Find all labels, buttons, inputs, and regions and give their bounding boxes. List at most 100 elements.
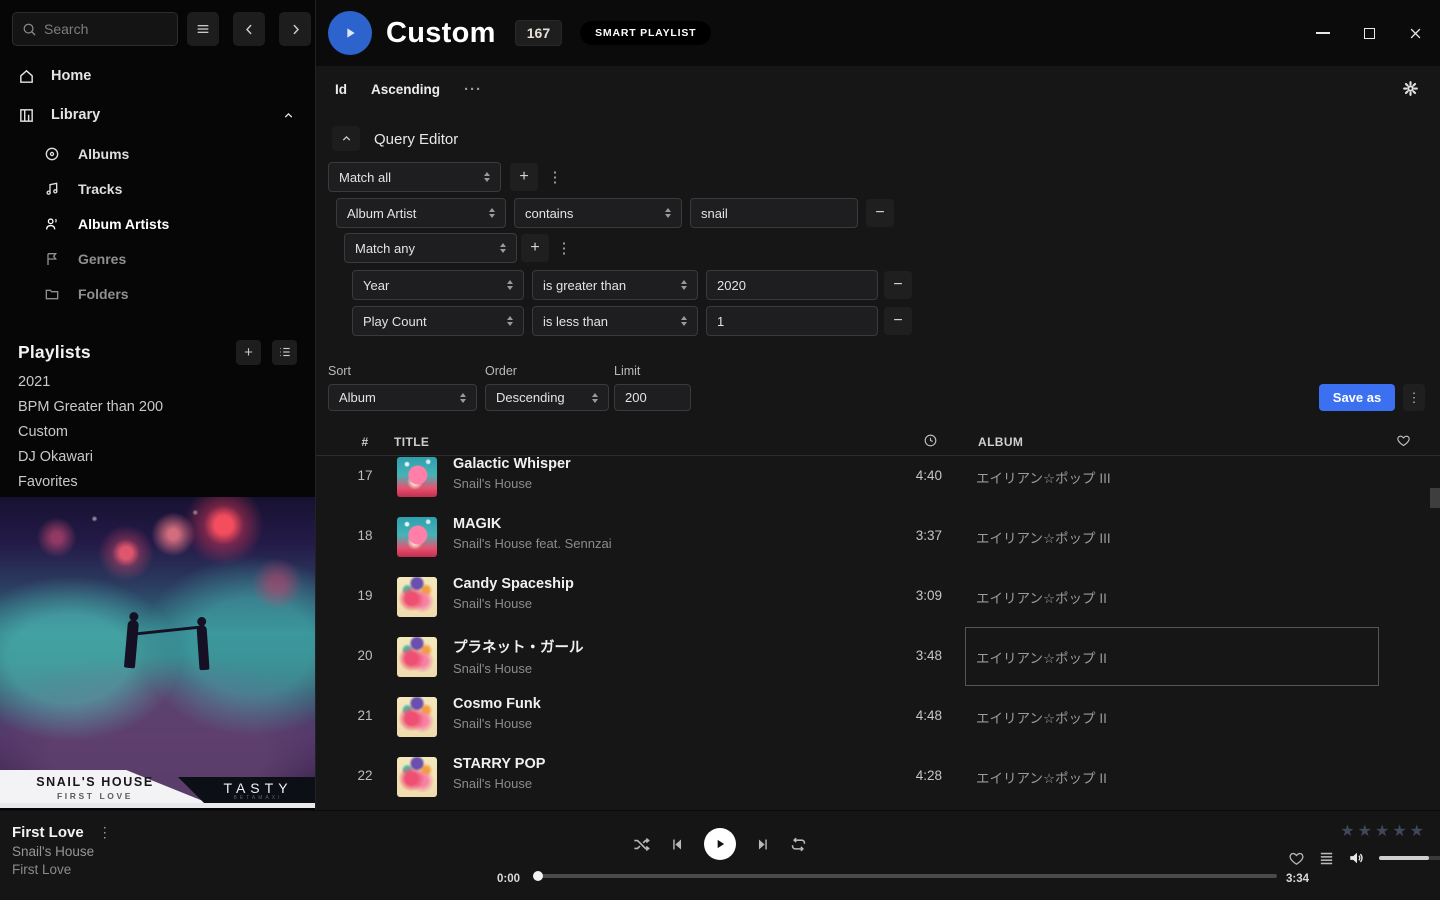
track-title[interactable]: MAGIK xyxy=(453,516,612,532)
favorite-button[interactable] xyxy=(1288,850,1305,867)
sort-field-button[interactable]: Id xyxy=(335,82,347,97)
track-title[interactable]: プラネット・ガール xyxy=(453,636,584,657)
track-row[interactable]: 18 MAGIK Snail's House feat. Sennzai 3:3… xyxy=(316,507,1440,567)
track-title[interactable]: STARRY POP xyxy=(453,756,545,772)
track-title[interactable]: Cosmo Funk xyxy=(453,696,541,712)
window-close-button[interactable] xyxy=(1398,16,1432,50)
now-playing-title[interactable]: First Love xyxy=(12,824,84,841)
star-icon[interactable]: ★ xyxy=(1340,821,1354,841)
star-icon[interactable]: ★ xyxy=(1410,821,1424,841)
playlist-item[interactable]: Custom xyxy=(0,419,315,444)
group-match-select[interactable]: Match any xyxy=(344,233,517,263)
rule-operator-select[interactable]: contains xyxy=(514,198,682,228)
track-album-cell[interactable]: エイリアン☆ポップ II xyxy=(965,687,1379,746)
track-row[interactable]: 20 プラネット・ガール Snail's House 3:48 エイリアン☆ポッ… xyxy=(316,627,1440,687)
nav-back-button[interactable] xyxy=(233,12,265,46)
play-pause-button[interactable] xyxy=(704,828,736,860)
rule-operator-select[interactable]: is greater than xyxy=(532,270,698,300)
seek-slider-thumb[interactable] xyxy=(533,871,543,881)
remove-rule-button[interactable]: − xyxy=(884,307,912,335)
rule-field-select[interactable]: Play Count xyxy=(352,306,524,336)
volume-slider[interactable] xyxy=(1379,856,1440,860)
remove-rule-button[interactable]: − xyxy=(884,271,912,299)
track-artist[interactable]: Snail's House xyxy=(453,596,574,611)
now-playing-artist[interactable]: Snail's House xyxy=(12,844,112,859)
column-title[interactable]: TITLE xyxy=(394,435,429,449)
sidebar-item-home[interactable]: Home xyxy=(0,58,315,94)
add-playlist-button[interactable]: + xyxy=(236,340,261,365)
window-maximize-button[interactable] xyxy=(1352,16,1386,50)
rule-value-input[interactable] xyxy=(706,306,878,336)
chevron-up-icon[interactable] xyxy=(282,109,295,122)
playlist-item[interactable]: 2021 xyxy=(0,369,315,394)
window-minimize-button[interactable] xyxy=(1306,16,1340,50)
playlist-item[interactable]: DJ Okawari xyxy=(0,444,315,469)
star-icon[interactable]: ★ xyxy=(1392,821,1406,841)
seek-slider[interactable] xyxy=(535,874,1277,878)
duration-column-clock-icon[interactable] xyxy=(923,433,938,451)
sidebar-item-albums[interactable]: Albums xyxy=(0,136,315,171)
previous-track-button[interactable] xyxy=(669,836,686,853)
track-row[interactable]: 21 Cosmo Funk Snail's House 4:48 エイリアン☆ポ… xyxy=(316,687,1440,747)
track-artist[interactable]: Snail's House xyxy=(453,661,584,676)
sort-direction-button[interactable]: Ascending xyxy=(371,82,440,97)
playlist-item[interactable]: BPM Greater than 200 xyxy=(0,394,315,419)
rule-group-menu-button[interactable]: ⋮ xyxy=(545,163,565,191)
remove-rule-button[interactable]: − xyxy=(866,199,894,227)
track-title[interactable]: Galactic Whisper xyxy=(453,457,571,472)
more-options-button[interactable]: ··· xyxy=(464,81,482,98)
now-playing-album[interactable]: First Love xyxy=(12,862,112,877)
star-icon[interactable]: ★ xyxy=(1375,821,1389,841)
star-icon[interactable]: ★ xyxy=(1358,821,1372,841)
rule-field-select[interactable]: Album Artist xyxy=(336,198,506,228)
column-album[interactable]: ALBUM xyxy=(978,435,1023,449)
queue-button[interactable] xyxy=(1318,850,1335,867)
track-row[interactable]: 19 Candy Spaceship Snail's House 3:09 エイ… xyxy=(316,567,1440,627)
rule-value-input[interactable] xyxy=(690,198,858,228)
track-artist[interactable]: Snail's House feat. Sennzai xyxy=(453,536,612,551)
settings-icon[interactable] xyxy=(1401,80,1419,98)
play-playlist-button[interactable] xyxy=(328,11,372,55)
now-playing-cover-art[interactable]: SNAIL'S HOUSE FIRST LOVE TASTY BETAMAXI xyxy=(0,497,315,808)
search-input[interactable] xyxy=(44,21,162,37)
playlist-item[interactable]: Favorites xyxy=(0,469,315,494)
root-match-select[interactable]: Match all xyxy=(328,162,501,192)
rule-group-menu-button[interactable]: ⋮ xyxy=(554,234,574,262)
volume-button[interactable] xyxy=(1348,849,1366,867)
sidebar-item-album-artists[interactable]: Album Artists xyxy=(0,206,315,241)
limit-input[interactable] xyxy=(614,384,691,411)
rule-field-select[interactable]: Year xyxy=(352,270,524,300)
track-artist[interactable]: Snail's House xyxy=(453,716,541,731)
track-artist[interactable]: Snail's House xyxy=(453,776,545,791)
sidebar-item-genres[interactable]: Genres xyxy=(0,241,315,276)
sidebar-item-folders[interactable]: Folders xyxy=(0,276,315,311)
now-playing-menu-button[interactable]: ⋮ xyxy=(98,824,112,841)
track-album-cell[interactable]: エイリアン☆ポップ III xyxy=(965,457,1379,506)
sort-select[interactable]: Album xyxy=(328,384,477,411)
add-rule-button[interactable]: + xyxy=(521,234,549,262)
nav-forward-button[interactable] xyxy=(279,12,311,46)
shuffle-button[interactable] xyxy=(632,835,651,854)
favorite-column-heart-icon[interactable] xyxy=(1396,433,1411,451)
next-track-button[interactable] xyxy=(754,836,771,853)
track-album-cell[interactable]: エイリアン☆ポップ II xyxy=(965,747,1379,806)
track-artist[interactable]: Snail's House xyxy=(453,476,571,491)
save-as-button[interactable]: Save as xyxy=(1319,384,1395,411)
track-album-cell[interactable]: エイリアン☆ポップ III xyxy=(965,507,1379,566)
sidebar-item-library[interactable]: Library xyxy=(0,97,315,133)
add-rule-button[interactable]: + xyxy=(510,163,538,191)
collapse-query-editor-button[interactable] xyxy=(332,126,360,151)
playlist-options-button[interactable] xyxy=(272,340,297,365)
order-select[interactable]: Descending xyxy=(485,384,609,411)
track-album-cell[interactable]: エイリアン☆ポップ II xyxy=(965,567,1379,626)
track-row[interactable]: 22 STARRY POP Snail's House 4:28 エイリアン☆ポ… xyxy=(316,747,1440,807)
scrollbar-thumb[interactable] xyxy=(1430,488,1440,508)
save-menu-button[interactable]: ⋮ xyxy=(1403,384,1425,411)
repeat-button[interactable] xyxy=(789,835,808,854)
column-index[interactable]: # xyxy=(347,435,383,449)
track-title[interactable]: Candy Spaceship xyxy=(453,576,574,592)
rule-value-input[interactable] xyxy=(706,270,878,300)
sidebar-item-tracks[interactable]: Tracks xyxy=(0,171,315,206)
track-album-cell[interactable]: エイリアン☆ポップ II xyxy=(965,627,1379,686)
rule-operator-select[interactable]: is less than xyxy=(532,306,698,336)
